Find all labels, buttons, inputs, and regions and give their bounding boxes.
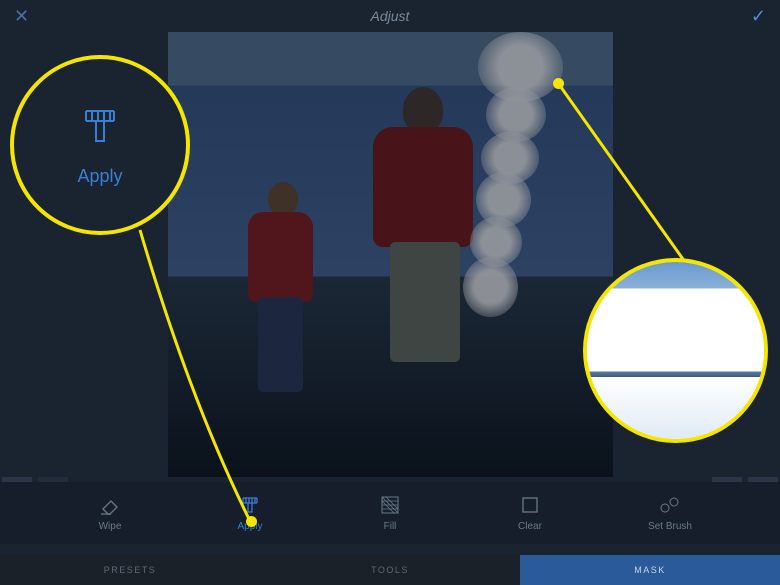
confirm-icon[interactable]: ✓ bbox=[746, 6, 766, 27]
brush-icon bbox=[239, 494, 261, 516]
brush-settings-icon bbox=[659, 494, 681, 516]
annotation-zoom-label: Apply bbox=[77, 166, 122, 187]
annotation-zoom-tool: Apply bbox=[10, 55, 190, 235]
tool-wipe[interactable]: Wipe bbox=[70, 494, 150, 532]
photo-subject bbox=[243, 182, 323, 397]
photo-subject bbox=[368, 87, 488, 397]
mask-brush-stroke bbox=[478, 32, 558, 327]
edited-photo[interactable] bbox=[168, 32, 613, 477]
tab-label: MASK bbox=[634, 565, 666, 575]
clear-rect-icon bbox=[519, 494, 541, 516]
tool-set-brush[interactable]: Set Brush bbox=[630, 494, 710, 532]
tool-fill[interactable]: Fill bbox=[350, 494, 430, 532]
tool-label: Fill bbox=[384, 521, 397, 532]
tab-tools[interactable]: TOOLS bbox=[260, 555, 520, 585]
annotation-dot bbox=[553, 78, 564, 89]
tab-label: TOOLS bbox=[371, 565, 409, 575]
annotation-dot bbox=[246, 516, 257, 527]
tab-presets[interactable]: PRESETS bbox=[0, 555, 260, 585]
tool-label: Clear bbox=[518, 521, 542, 532]
bottom-tab-bar: PRESETS TOOLS MASK bbox=[0, 555, 780, 585]
fill-pattern-icon bbox=[379, 494, 401, 516]
annotation-zoom-detail bbox=[583, 258, 768, 443]
close-icon[interactable]: ✕ bbox=[14, 6, 34, 27]
tool-label: Wipe bbox=[99, 521, 122, 532]
tool-clear[interactable]: Clear bbox=[490, 494, 570, 532]
annotation-zoom-detail-content bbox=[587, 262, 764, 439]
header-bar: ✕ Adjust ✓ bbox=[0, 0, 780, 32]
eraser-icon bbox=[99, 494, 121, 516]
mask-toolbar: Wipe Apply Fill Clear Set Brush bbox=[0, 482, 780, 544]
page-title: Adjust bbox=[371, 8, 410, 24]
tab-mask[interactable]: MASK bbox=[520, 555, 780, 585]
tab-label: PRESETS bbox=[104, 565, 157, 575]
tool-label: Set Brush bbox=[648, 521, 692, 532]
brush-icon bbox=[78, 103, 122, 152]
